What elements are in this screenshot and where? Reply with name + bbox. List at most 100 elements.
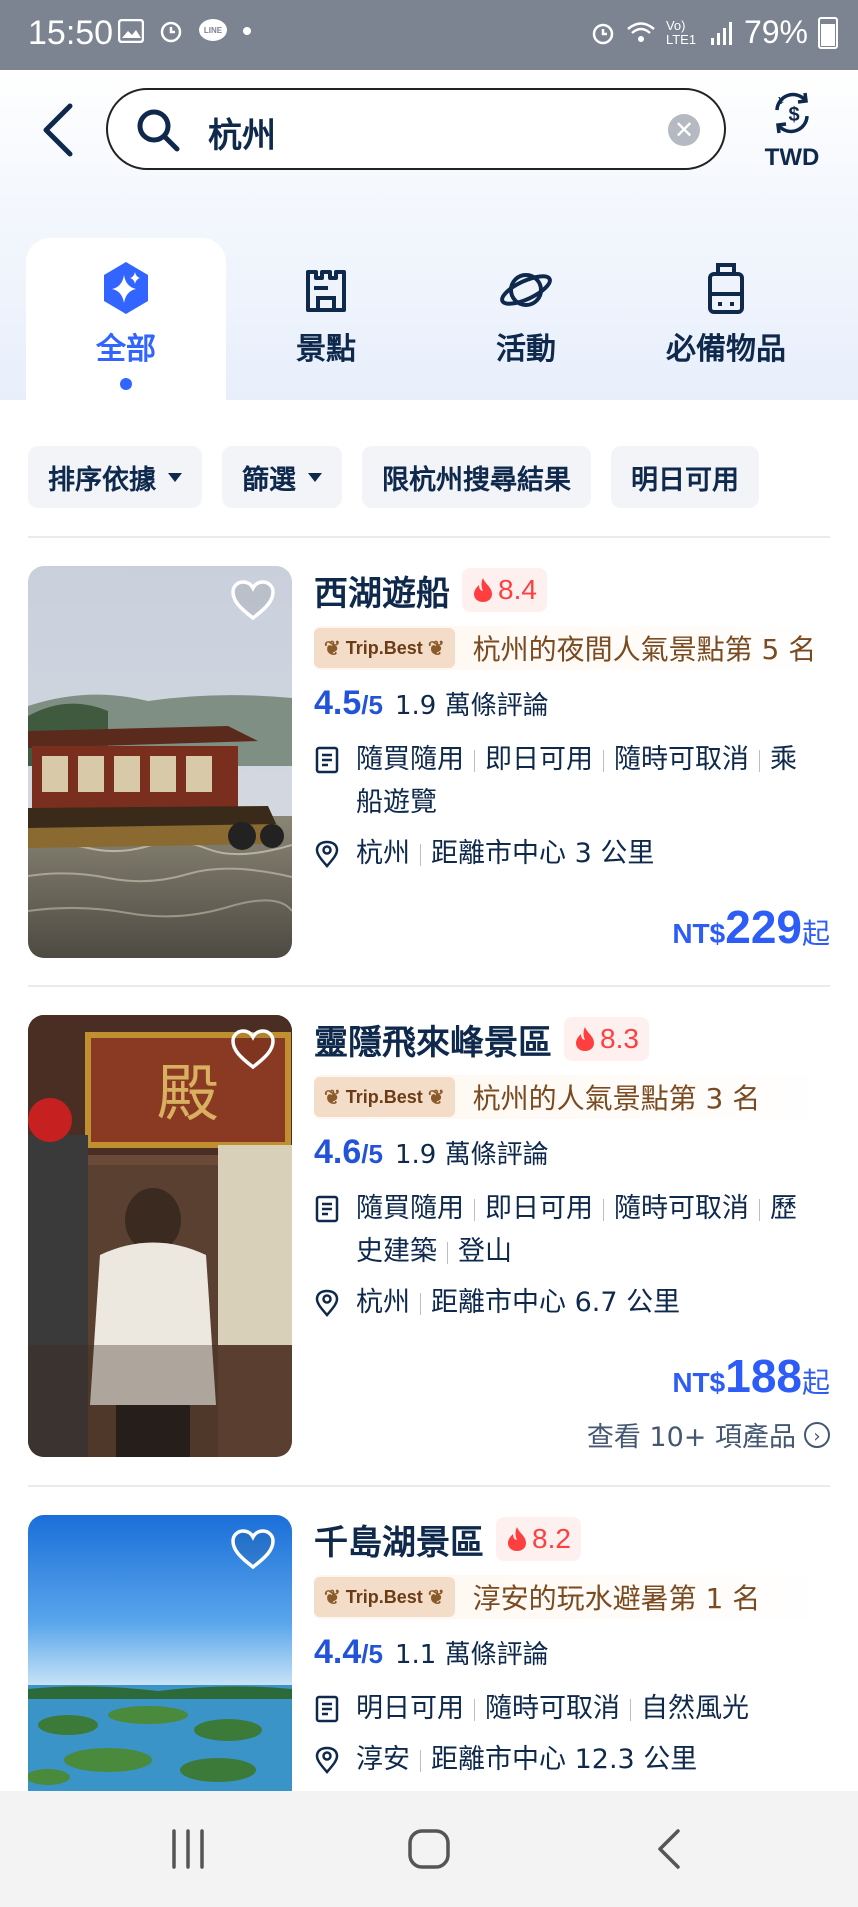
favorite-heart-icon[interactable] [230, 1529, 276, 1571]
location-row: 杭州 距離市中心 6.7 公里 [314, 1281, 834, 1324]
view-more-products-link[interactable]: 查看 10+ 項產品 › [587, 1415, 830, 1454]
review-count: 1.9 萬條評論 [394, 1140, 549, 1170]
battery-percent: 79% [743, 14, 808, 50]
chip-label: 排序依據 [48, 464, 156, 496]
price: NT$229起 [672, 900, 830, 954]
price-currency: NT$ [672, 1367, 726, 1398]
location-city: 淳安 [356, 1744, 410, 1775]
tag: 乘 [770, 744, 797, 775]
chip-label: 限杭州搜尋結果 [382, 464, 571, 496]
temple-image: 殿 [28, 1015, 292, 1457]
tag: 隨時可取消 [614, 1193, 749, 1224]
system-icons: Vo) LTE1 79% [590, 14, 838, 51]
tag: 隨買隨用 [356, 1193, 464, 1224]
chip-label: 明日可用 [631, 464, 739, 496]
product-title[interactable]: 千島湖景區 [314, 1515, 484, 1564]
product-image [28, 566, 292, 958]
trip-best-badge: ❦ Trip.Best ❦ [314, 1577, 455, 1617]
product-info: 西湖遊船 8.4 ❦ Trip.Best ❦ 杭州的夜間人氣景點第 5 名 4.… [314, 566, 834, 875]
document-list-icon [315, 1195, 339, 1223]
svg-text:殿: 殿 [157, 1057, 219, 1130]
line-icon: LINE [199, 19, 227, 41]
ranking-row[interactable]: ❦ Trip.Best ❦ 杭州的人氣景點第 3 名 [314, 1075, 834, 1119]
clear-search-icon[interactable]: ✕ [668, 114, 700, 146]
header: 杭州 ✕ $ ¥ TWD 全部 景點 活動 必備物品 [0, 70, 858, 400]
location-city: 杭州 [356, 838, 410, 869]
search-bar[interactable]: 杭州 ✕ [106, 88, 726, 170]
location-city: 杭州 [356, 1287, 410, 1318]
back-nav-icon[interactable] [654, 1827, 684, 1871]
product-title[interactable]: 西湖遊船 [314, 566, 450, 615]
available-tomorrow-chip[interactable]: 明日可用 [611, 446, 759, 508]
chip-label: 篩選 [242, 464, 296, 496]
tag: 自然風光 [641, 1693, 749, 1724]
favorite-heart-icon[interactable] [230, 580, 276, 622]
tag: 即日可用 [485, 744, 593, 775]
signal-icon [710, 21, 732, 45]
rating-score: 4.6 [314, 1133, 362, 1171]
heat-score: 8.3 [600, 1023, 639, 1054]
currency-switch-button[interactable]: $ ¥ TWD [752, 90, 832, 172]
tab-label: 全部 [96, 332, 156, 367]
filter-bar: 排序依據 篩選 限杭州搜尋結果 明日可用 [28, 446, 759, 508]
wifi-icon [627, 21, 655, 42]
rating-row: 4.6 /5 1.9 萬條評論 [314, 1133, 834, 1173]
heat-score-badge: 8.2 [496, 1517, 581, 1561]
product-title[interactable]: 靈隱飛來峰景區 [314, 1015, 552, 1064]
badge-text: Trip.Best [345, 637, 423, 658]
home-icon[interactable] [406, 1827, 452, 1871]
sparkle-icon [104, 262, 148, 314]
tab-essentials[interactable]: 必備物品 [626, 238, 826, 400]
view-more-label: 查看 10+ 項產品 [586, 1422, 796, 1453]
battery-icon [818, 16, 838, 49]
laurel-icon: ❦ [427, 637, 445, 660]
recent-apps-icon[interactable] [168, 1827, 208, 1871]
notification-icons: LINE [118, 18, 252, 44]
flame-icon [576, 1027, 594, 1051]
location-pin-icon [315, 840, 339, 868]
tag: 明日可用 [356, 1693, 464, 1724]
status-bar: 15:50 LINE Vo) LTE1 79% [0, 0, 858, 70]
laurel-icon: ❦ [324, 637, 341, 660]
location-row: 杭州 距離市中心 3 公里 [314, 832, 834, 875]
rating-score: 4.5 [314, 684, 362, 722]
rating-row: 4.4 /5 1.1 萬條評論 [314, 1633, 834, 1673]
tab-attractions[interactable]: 景點 [226, 238, 426, 400]
product-card[interactable]: 殿 靈隱飛來峰景區 8.3 ❦ Trip.Best ❦ 杭州的人氣景點第 3 名 [28, 1015, 834, 1457]
svg-text:$: $ [788, 104, 799, 126]
product-card[interactable]: 千島湖景區 8.2 ❦ Trip.Best ❦ 淳安的玩水避暑第 1 名 4.4… [28, 1515, 834, 1791]
caret-down-icon [168, 472, 182, 482]
filter-button[interactable]: 篩選 [222, 446, 342, 508]
sort-button[interactable]: 排序依據 [28, 446, 202, 508]
network-label: Vo) LTE1 [665, 17, 697, 47]
ranking-row[interactable]: ❦ Trip.Best ❦ 杭州的夜間人氣景點第 5 名 [314, 626, 834, 670]
tab-all[interactable]: 全部 [26, 238, 226, 400]
tab-label: 必備物品 [666, 332, 786, 367]
tag: 即日可用 [485, 1193, 593, 1224]
currency-label: TWD [764, 144, 820, 171]
product-info: 千島湖景區 8.2 ❦ Trip.Best ❦ 淳安的玩水避暑第 1 名 4.4… [314, 1515, 834, 1781]
status-time: 15:50 [28, 14, 114, 52]
back-arrow-icon[interactable] [36, 100, 80, 160]
tab-label: 景點 [296, 332, 356, 367]
tag: 歷 [770, 1193, 797, 1224]
image-icon [118, 19, 144, 43]
favorite-heart-icon[interactable] [230, 1029, 276, 1071]
heat-score-badge: 8.4 [462, 568, 547, 612]
price-suffix: 起 [801, 1366, 830, 1399]
feature-tags: 隨買隨用 即日可用 隨時可取消歷 史建築 登山 [314, 1187, 834, 1273]
tab-activities[interactable]: 活動 [426, 238, 626, 400]
planet-icon [500, 273, 552, 307]
rating-row: 4.5 /5 1.9 萬條評論 [314, 684, 834, 724]
product-card[interactable]: 西湖遊船 8.4 ❦ Trip.Best ❦ 杭州的夜間人氣景點第 5 名 4.… [28, 566, 834, 958]
review-count: 1.9 萬條評論 [394, 691, 549, 721]
ranking-text: 淳安的玩水避暑第 1 名 [472, 1582, 761, 1615]
svg-text:¥: ¥ [778, 96, 784, 107]
heat-score: 8.2 [532, 1523, 571, 1554]
search-icon [137, 109, 180, 152]
document-list-icon [315, 746, 339, 774]
hangzhou-only-chip[interactable]: 限杭州搜尋結果 [362, 446, 591, 508]
search-input[interactable]: 杭州 [208, 108, 276, 157]
ranking-row[interactable]: ❦ Trip.Best ❦ 淳安的玩水避暑第 1 名 [314, 1575, 834, 1619]
tag: 船遊覽 [356, 787, 437, 818]
